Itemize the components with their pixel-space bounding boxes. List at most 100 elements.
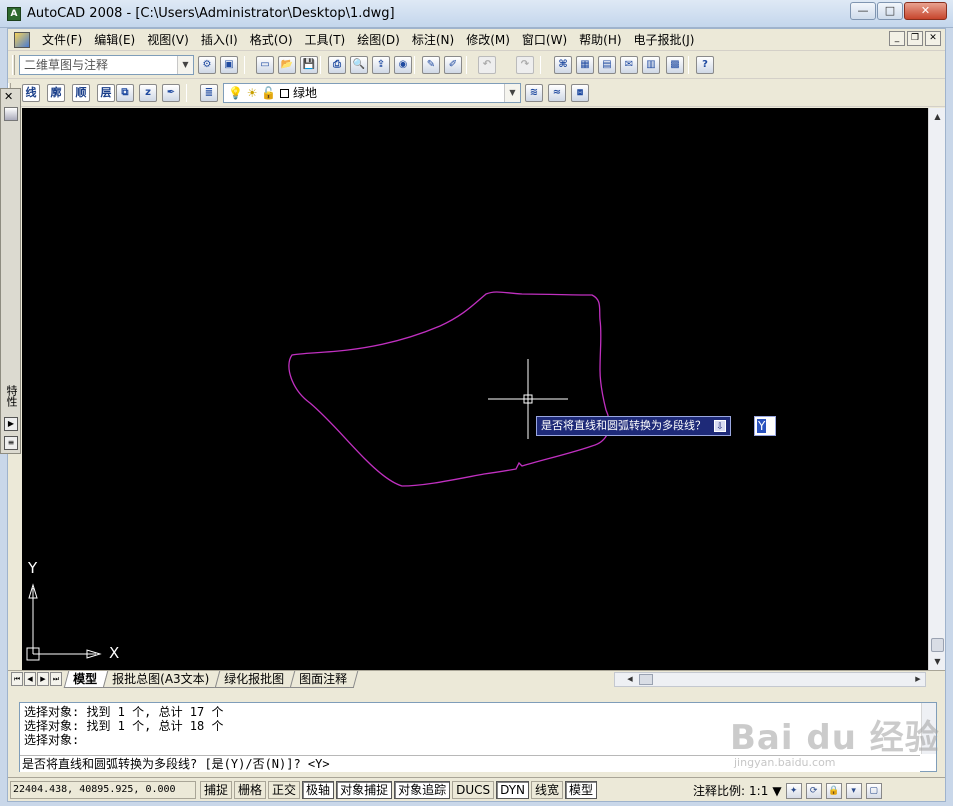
drawing-canvas[interactable]: Y X 是否将直线和圆弧转换为多段线？ ⇩ Y <box>22 108 928 670</box>
properties-palette[interactable]: ✕ 特性 ▶ ≡ <box>0 88 21 454</box>
scroll-up-arrow[interactable]: ▲ <box>930 109 945 124</box>
clean-screen-icon[interactable]: ▢ <box>865 782 882 799</box>
drawing-vertical-scrollbar[interactable]: ▲ ▼ <box>928 108 945 670</box>
chevron-down-icon[interactable]: ▼ <box>177 56 193 74</box>
first-tab-icon[interactable]: ⏮ <box>11 672 23 686</box>
menu-item[interactable]: 修改(M) <box>460 32 516 48</box>
layout-tab[interactable]: 绿化报批图 <box>214 671 296 688</box>
dynamic-input-field[interactable]: Y <box>754 416 776 436</box>
status-toggle-button[interactable]: 极轴 <box>302 781 335 799</box>
status-tray-settings-icon[interactable]: ▾ <box>845 782 862 799</box>
menu-item[interactable]: 帮助(H) <box>573 32 627 48</box>
save-icon[interactable]: 💾 <box>300 56 318 74</box>
layer-state-icon[interactable]: ⧉ <box>116 84 134 102</box>
menu-item[interactable]: 格式(O) <box>244 32 299 48</box>
horizontal-scroll-thumb[interactable] <box>639 674 653 685</box>
status-toggle-button[interactable]: 对象捕捉 <box>336 781 393 799</box>
custom-tool-button[interactable]: 廓 <box>47 84 65 102</box>
open-icon[interactable]: 📂 <box>278 56 296 74</box>
custom-tool-button[interactable]: 层 <box>97 84 115 102</box>
maximize-button[interactable]: □ <box>877 2 903 20</box>
drawing-horizontal-scrollbar[interactable]: ◀ ▶ <box>614 672 926 687</box>
markup-icon[interactable]: ✉ <box>620 56 638 74</box>
menu-item[interactable]: 文件(F) <box>36 32 88 48</box>
design-center-icon[interactable]: ⌘ <box>554 56 572 74</box>
annotation-scale-value[interactable]: 1:1 <box>749 784 768 798</box>
menu-item[interactable]: 编辑(E) <box>88 32 141 48</box>
help-icon[interactable]: ? <box>696 56 714 74</box>
new-icon[interactable]: ▭ <box>256 56 274 74</box>
custom-tool-button[interactable]: 线 <box>22 84 40 102</box>
auto-hide-icon[interactable]: ▶ <box>4 417 18 431</box>
block-editor-icon[interactable]: ✐ <box>444 56 462 74</box>
palette-menu-icon[interactable]: ≡ <box>4 436 18 450</box>
document-restore-button[interactable]: ❐ <box>907 31 923 46</box>
status-toggle-button[interactable]: 捕捉 <box>200 781 233 799</box>
status-toggle-button[interactable]: 对象追踪 <box>394 781 451 799</box>
layout-tab[interactable]: 报批总图(A3文本) <box>102 671 221 688</box>
chevron-down-icon[interactable]: ▼ <box>504 84 520 102</box>
dropdown-arrow-icon[interactable]: ⇩ <box>714 420 726 432</box>
status-toggle-button[interactable]: DYN <box>496 781 530 799</box>
close-button[interactable]: ✕ <box>904 2 947 20</box>
layer-isolate-icon[interactable]: ⧈ <box>571 84 589 102</box>
menu-list: 文件(F) 编辑(E) 视图(V) 插入(I) 格式(O) 工具(T) 绘图(D) 标注(N)… <box>36 32 700 48</box>
coordinate-display[interactable]: 22404.438, 40895.925, 0.000 <box>10 781 196 799</box>
next-tab-icon[interactable]: ▶ <box>37 672 49 686</box>
close-icon[interactable]: ✕ <box>4 91 13 103</box>
print-icon[interactable]: ⎙ <box>328 56 346 74</box>
make-current-layer-icon[interactable]: ≋ <box>525 84 543 102</box>
document-minimize-button[interactable]: _ <box>889 31 905 46</box>
menu-item[interactable]: 视图(V) <box>141 32 195 48</box>
autocad-app-icon[interactable]: A <box>7 7 21 21</box>
menu-item[interactable]: 工具(T) <box>299 32 352 48</box>
lock-icon[interactable]: 🔒 <box>825 782 842 799</box>
plot-preview-icon[interactable]: 🔍 <box>350 56 368 74</box>
menu-item[interactable]: 插入(I) <box>195 32 244 48</box>
chevron-down-icon[interactable]: ▼ <box>772 784 781 798</box>
sheet-set-icon[interactable]: ▤ <box>598 56 616 74</box>
layer-properties-manager-icon[interactable]: ≣ <box>200 84 218 102</box>
quickcalc-icon[interactable]: ▩ <box>666 56 684 74</box>
menu-item[interactable]: 电子报批(J) <box>628 32 701 48</box>
publish-icon[interactable]: ⇪ <box>372 56 390 74</box>
annotation-visibility-icon[interactable]: ✦ <box>785 782 802 799</box>
layout-tab[interactable]: 模型 <box>63 671 109 688</box>
polyline-boundary[interactable] <box>288 291 610 487</box>
minimize-button[interactable]: — <box>850 2 876 20</box>
document-close-button[interactable]: ✕ <box>925 31 941 46</box>
custom-tool-button[interactable]: 顺 <box>72 84 90 102</box>
tool-palettes-icon[interactable]: ▦ <box>576 56 594 74</box>
match-properties-icon[interactable]: ✎ <box>422 56 440 74</box>
undo-icon[interactable]: ↶ <box>478 56 496 74</box>
status-toggle-button[interactable]: 线宽 <box>531 781 564 799</box>
auto-scale-icon[interactable]: ⟳ <box>805 782 822 799</box>
status-toggle-button[interactable]: DUCS <box>452 781 495 799</box>
scroll-down-arrow[interactable]: ▼ <box>930 654 945 669</box>
z-down-icon[interactable]: z <box>139 84 157 102</box>
last-tab-icon[interactable]: ⏭ <box>50 672 62 686</box>
menu-item[interactable]: 标注(N) <box>406 32 460 48</box>
menu-item[interactable]: 绘图(D) <box>351 32 406 48</box>
vertical-scroll-thumb[interactable] <box>931 638 944 652</box>
document-icon[interactable] <box>14 32 30 48</box>
scroll-left-arrow[interactable]: ◀ <box>623 673 637 686</box>
status-toggle-button[interactable]: 栅格 <box>234 781 267 799</box>
layout-tab[interactable]: 图面注释 <box>289 671 359 688</box>
menu-item[interactable]: 窗口(W) <box>516 32 573 48</box>
workspace-settings-icon[interactable]: ⚙ <box>198 56 216 74</box>
properties-icon[interactable] <box>4 107 18 121</box>
pen-icon[interactable]: ✒ <box>162 84 180 102</box>
toolbar-grip[interactable] <box>12 55 15 75</box>
status-toggle-button[interactable]: 模型 <box>565 781 598 799</box>
layer-combo[interactable]: 💡 ☀ 🔓 绿地 ▼ <box>223 83 521 103</box>
redo-icon[interactable]: ↷ <box>516 56 534 74</box>
dbconnect-icon[interactable]: ▥ <box>642 56 660 74</box>
workspace-combo[interactable]: 二维草图与注释 ▼ <box>19 55 194 75</box>
status-toggle-button[interactable]: 正交 <box>268 781 301 799</box>
previous-tab-icon[interactable]: ◀ <box>24 672 36 686</box>
3d-dwf-icon[interactable]: ◉ <box>394 56 412 74</box>
my-workspace-icon[interactable]: ▣ <box>220 56 238 74</box>
scroll-right-arrow[interactable]: ▶ <box>911 673 925 686</box>
layer-previous-icon[interactable]: ≈ <box>548 84 566 102</box>
